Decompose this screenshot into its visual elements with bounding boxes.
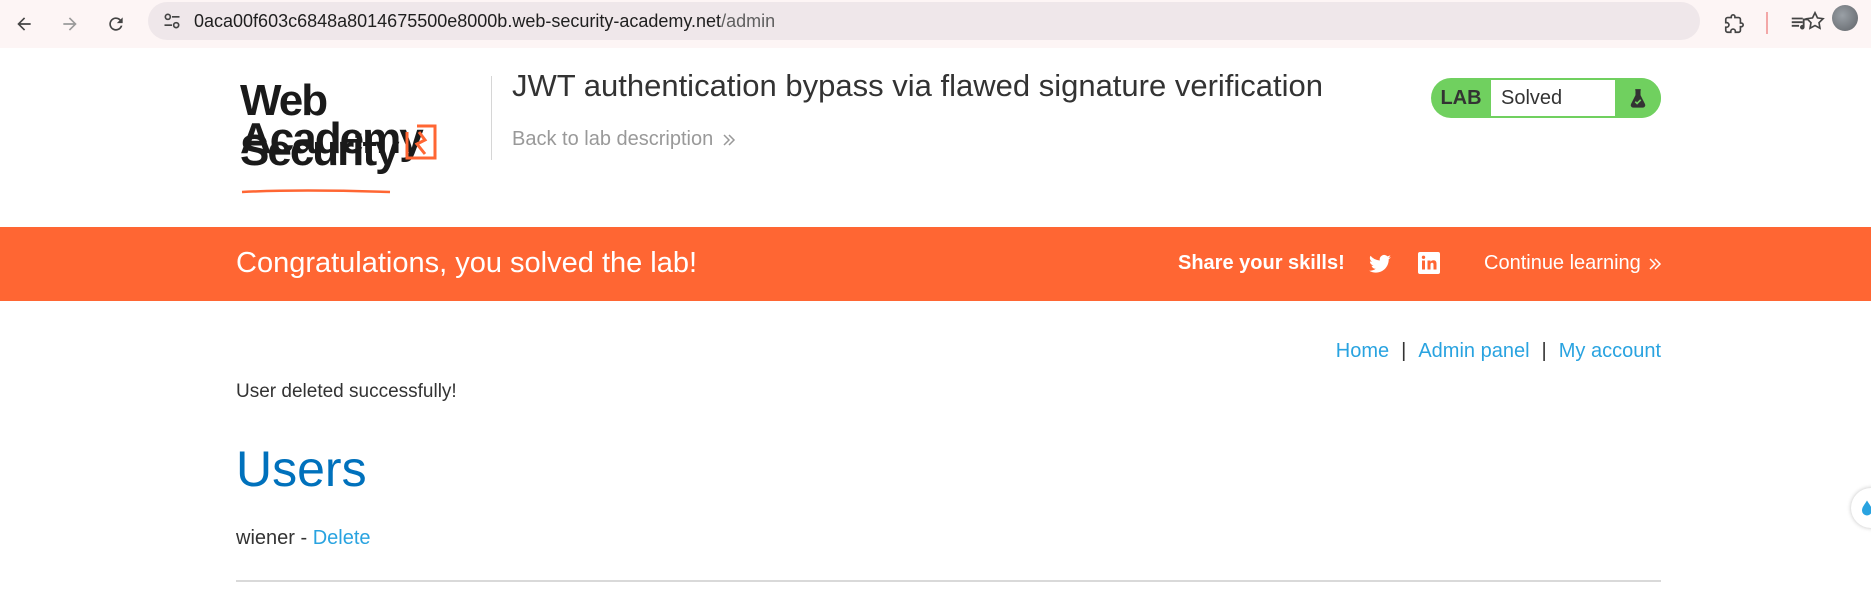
lab-title: JWT authentication bypass via flawed sig… (512, 68, 1324, 103)
user-row: wiener - Delete (236, 527, 371, 550)
arrow-right-icon (63, 17, 77, 31)
droplet-icon (1862, 500, 1871, 516)
lab-state: Solved (1491, 80, 1615, 116)
status-message: User deleted successfully! (236, 381, 457, 402)
toolbar-divider (1766, 12, 1768, 34)
flask-icon (1630, 89, 1646, 108)
address-bar[interactable]: 0aca00f603c6848a8014675500e8000b.web-sec… (148, 2, 1825, 40)
floating-side-widget[interactable] (1851, 488, 1871, 528)
url-path: /admin (721, 11, 776, 31)
delete-user-link[interactable]: Delete (313, 527, 371, 549)
solved-banner: Congratulations, you solved the lab! Sha… (0, 227, 1871, 301)
puzzle-icon (1724, 14, 1744, 34)
user-separator: - (294, 527, 313, 549)
nav-separator: | (1541, 340, 1547, 362)
linkedin-icon[interactable] (1417, 251, 1441, 275)
web-security-academy-logo[interactable]: Web Security Academy (240, 76, 480, 194)
nav-separator: | (1401, 340, 1407, 362)
lab-status-badge: LAB Solved (1431, 78, 1661, 118)
nav-home-link[interactable]: Home (1336, 340, 1389, 362)
users-heading: Users (236, 441, 367, 497)
user-name: wiener (236, 527, 295, 549)
twitter-icon[interactable] (1368, 252, 1392, 276)
share-skills-label: Share your skills! (1178, 252, 1345, 274)
profile-avatar[interactable] (1832, 5, 1858, 31)
site-settings-icon[interactable] (162, 11, 182, 31)
forward-button[interactable] (52, 6, 88, 42)
extensions-button[interactable] (1716, 6, 1752, 42)
lab-label: LAB (1440, 86, 1482, 109)
header-divider (491, 76, 492, 160)
site-header: Web Security Academy JWT authentication … (0, 48, 1871, 226)
reload-button[interactable] (98, 6, 134, 42)
content-divider (236, 580, 1661, 582)
nav-admin-panel-link[interactable]: Admin panel (1418, 340, 1529, 362)
continue-learning-label: Continue learning (1484, 252, 1641, 274)
logo-bolt-icon (405, 124, 437, 160)
double-chevron-right-icon (1649, 257, 1661, 270)
back-to-lab-description-link[interactable]: Back to lab description (512, 128, 737, 151)
flask-icon-container (1615, 78, 1661, 118)
nav-my-account-link[interactable]: My account (1559, 340, 1661, 362)
congratulations-message: Congratulations, you solved the lab! (236, 247, 698, 279)
logo-underline (241, 189, 391, 194)
url-text: 0aca00f603c6848a8014675500e8000b.web-sec… (194, 11, 775, 32)
logo-line-2: Academy (240, 114, 424, 163)
continue-learning-link[interactable]: Continue learning (1484, 252, 1663, 275)
arrow-left-icon (17, 17, 31, 31)
reload-icon (109, 17, 123, 31)
media-playlist-icon (1791, 17, 1808, 30)
url-host: 0aca00f603c6848a8014675500e8000b.web-sec… (194, 11, 722, 31)
browser-toolbar: 0aca00f603c6848a8014675500e8000b.web-sec… (0, 0, 1871, 49)
back-button[interactable] (6, 6, 42, 42)
top-navigation: Home | Admin panel | My account (1336, 340, 1661, 363)
back-link-label: Back to lab description (512, 128, 714, 150)
double-chevron-right-icon (723, 133, 736, 146)
media-button[interactable] (1782, 6, 1818, 42)
